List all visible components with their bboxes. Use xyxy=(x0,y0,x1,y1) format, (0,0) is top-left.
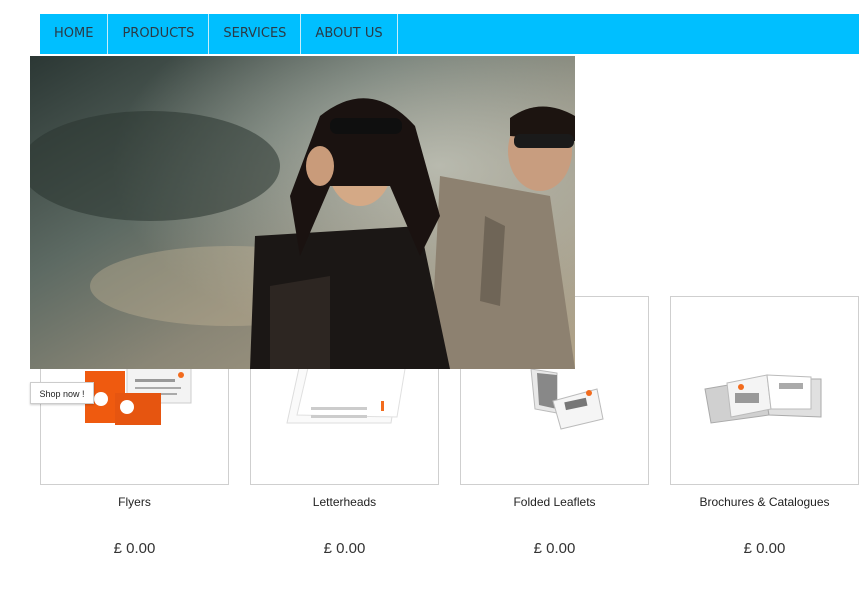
product-name: Flyers xyxy=(118,495,151,509)
nav-products[interactable]: PRODUCTS xyxy=(108,14,210,54)
nav-home[interactable]: HOME xyxy=(40,14,109,54)
product-price: £ 0.00 xyxy=(323,540,366,557)
nav-services[interactable]: SERVICES xyxy=(209,14,302,54)
nav-about-us[interactable]: ABOUT US xyxy=(301,14,398,54)
product-price: £ 0.00 xyxy=(533,540,576,557)
product-name: Letterheads xyxy=(312,495,377,509)
product-card-brochures: Brochures & Catalogues £ 0.00 xyxy=(670,296,859,557)
hero-banner[interactable] xyxy=(30,56,575,369)
hero-photo xyxy=(30,56,575,369)
shop-now-button[interactable]: Shop now ! xyxy=(30,382,94,404)
product-name: Folded Leaflets xyxy=(513,495,596,509)
product-price: £ 0.00 xyxy=(113,540,156,557)
main-navigation: HOME PRODUCTS SERVICES ABOUT US xyxy=(40,14,859,54)
product-image-link[interactable] xyxy=(670,296,859,485)
product-price: £ 0.00 xyxy=(743,540,786,557)
brochures-image xyxy=(704,374,822,424)
product-name: Brochures & Catalogues xyxy=(699,495,830,509)
